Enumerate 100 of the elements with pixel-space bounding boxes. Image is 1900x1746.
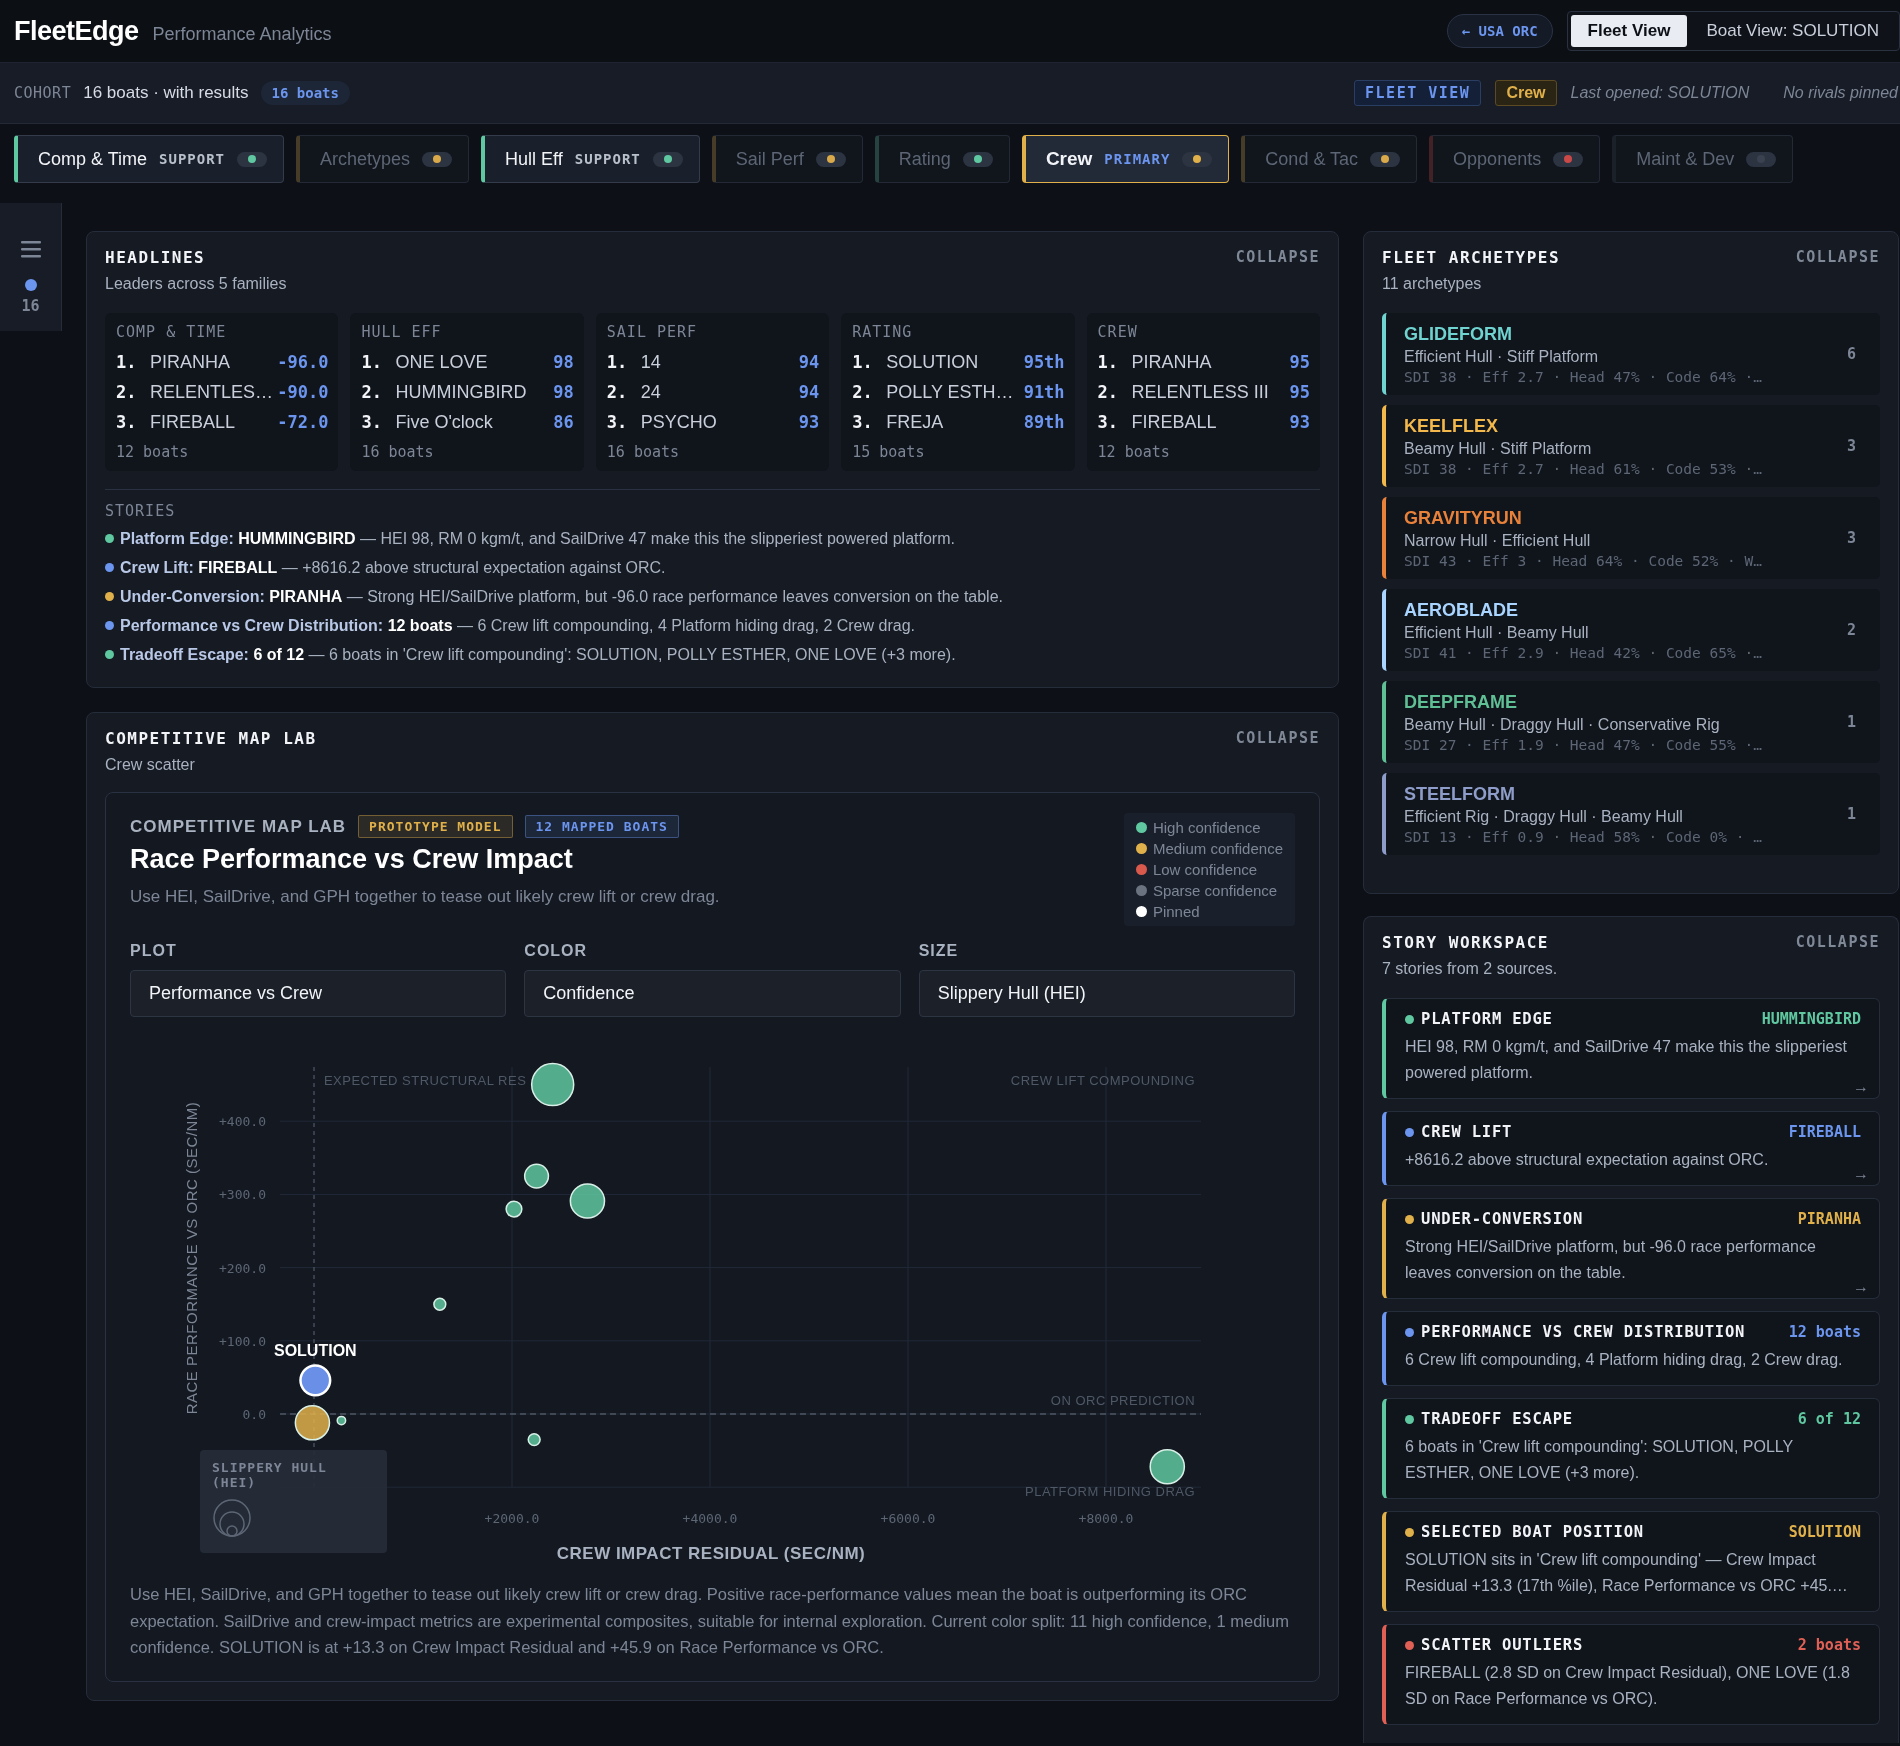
archetype-card[interactable]: DEEPFRAME Beamy Hull · Draggy Hull · Conservative Rig SDI 27 · Eff 1.9 · Head 47% · Code 55% ·… 1: [1382, 681, 1880, 763]
field-label: SIZE: [918, 942, 960, 960]
story-body: FIREBALL (2.8 SD on Crew Impact Residual), ONE LOVE (1.8 SD on Race Performance vs ORC).: [1405, 1663, 1851, 1709]
story-dot: [1405, 1214, 1414, 1224]
story-card[interactable]: SELECTED BOAT POSITION SOLUTION SOLUTION sits in 'Crew lift compounding' — Crew Impact Residual +13.3 (17th %ile), Race Performance vs ORC +45.…: [1382, 1511, 1880, 1612]
data-point[interactable]: [505, 1200, 523, 1218]
archetype-name: STEELFORM: [1404, 783, 1516, 805]
story-tag: 2 boats: [1797, 1636, 1861, 1654]
boat-count: 1: [1846, 713, 1856, 731]
collapse-button[interactable]: COLLAPSE: [1235, 248, 1320, 266]
data-point[interactable]: [523, 1163, 550, 1189]
archetype-card[interactable]: GLIDEFORM Efficient Hull · Stiff Platform SDI 38 · Eff 2.7 · Head 47% · Code 64% ·… 6: [1382, 313, 1880, 395]
axis-title: CREW IMPACT RESIDUAL (SEC/NM): [556, 1544, 866, 1563]
boat-name: PIRANHA: [1131, 351, 1213, 373]
story-title: TRADEOFF ESCAPE: [1421, 1410, 1573, 1428]
rank-number: 1.: [606, 352, 629, 372]
status-dot: [24, 279, 37, 291]
boat-count: 3: [1846, 529, 1856, 547]
leader-value: 91th: [1023, 382, 1065, 402]
axis-tick-label: +2000.0: [484, 1511, 540, 1526]
archetype-stats: SDI 43 · Eff 3 · Head 64% · Code 52% · W…: [1404, 552, 1762, 569]
archetype-traits: Efficient Hull · Stiff Platform: [1404, 347, 1600, 366]
boat-name: Five O'clock: [395, 411, 494, 433]
boat-name: RELENTLES…: [150, 381, 275, 403]
field-label: COLOR: [524, 942, 589, 960]
family-title: COMP & TIME: [116, 323, 228, 341]
concentric-circles-icon: [212, 1498, 252, 1538]
quadrant-label: EXPECTED STRUCTURAL RES: [323, 1072, 527, 1088]
boat-name: FREJA: [886, 411, 945, 433]
story-card[interactable]: TRADEOFF ESCAPE 6 of 12 6 boats in 'Crew lift compounding': SOLUTION, POLLY ESTHER, ONE LOVE (+3 more).: [1382, 1398, 1880, 1499]
leader-value: 98: [553, 382, 574, 402]
axis-tick-label: +200.0: [219, 1260, 266, 1276]
story-card[interactable]: CREW LIFT FIREBALL +8616.2 above structural expectation against ORC. →: [1382, 1111, 1880, 1186]
story-dot: [1405, 1527, 1414, 1537]
brand-subtitle: Performance Analytics: [152, 23, 332, 45]
data-point[interactable]: [1149, 1448, 1186, 1485]
story-title: CREW LIFT: [1421, 1123, 1513, 1141]
tag-badge: PROTOTYPE MODEL: [358, 815, 513, 838]
legend-title: SLIPPERY HULL (HEI): [212, 1460, 328, 1490]
data-point[interactable]: [336, 1415, 347, 1426]
view-tab[interactable]: Boat View: SOLUTION: [1689, 15, 1896, 47]
data-point[interactable]: [294, 1404, 331, 1441]
story-body: HEI 98, RM 0 kgm/t, and SailDrive 47 make this the slipperiest powered platform.: [1405, 1037, 1848, 1083]
story-body: SOLUTION sits in 'Crew lift compounding' — Crew Impact Residual +13.3 (17th %ile), Race Performance vs ORC +45.…: [1405, 1550, 1849, 1596]
data-point[interactable]: [569, 1183, 606, 1219]
family-tab[interactable]: Comp & Time SUPPORT: [14, 135, 285, 183]
select-field[interactable]: Slippery Hull (HEI): [918, 970, 1295, 1017]
data-point[interactable]: [530, 1062, 575, 1107]
story-card[interactable]: SCATTER OUTLIERS 2 boats FIREBALL (2.8 SD on Crew Impact Residual), ONE LOVE (1.8 SD on Race Performance vs ORC).: [1382, 1624, 1880, 1725]
select-field[interactable]: Confidence: [524, 970, 901, 1017]
menu-icon[interactable]: [20, 241, 41, 259]
select-field[interactable]: Performance vs Crew: [130, 970, 507, 1017]
leader-value: -90.0: [277, 382, 329, 402]
story-text: Performance vs Crew Distribution: 12 boats — 6 Crew lift compounding, 4 Platform hiding drag, 2 Crew drag.: [120, 616, 915, 635]
family-tab[interactable]: Crew PRIMARY: [1021, 135, 1230, 183]
chart-footnote: Use HEI, SailDrive, and GPH together to tease out likely crew lift or crew drag. Positive race-performance values mean the boat is outperforming its ORC expectation. SailDrive and crew-impact metrics are experimental composites, suitable for internal exploration. Current color split: 11 high confidence, 1 medium confidence. SOLUTION is at +13.3 on Crew Impact Residual and +45.9 on Race Performance vs ORC.: [130, 1584, 1290, 1658]
rank-number: 2.: [116, 382, 138, 402]
data-point[interactable]: [527, 1432, 541, 1447]
cohort-summary: 16 boats · with results: [83, 83, 249, 103]
legend-label: Low confidence: [1152, 861, 1258, 878]
leader-value: 94: [798, 382, 820, 402]
collapse-button[interactable]: COLLAPSE: [1795, 933, 1880, 951]
archetype-traits: Narrow Hull · Efficient Hull: [1404, 531, 1592, 550]
story-body: 6 Crew lift compounding, 4 Platform hiding drag, 2 Crew drag.: [1405, 1350, 1844, 1370]
archetype-stats: SDI 27 · Eff 1.9 · Head 47% · Code 55% ·…: [1404, 736, 1762, 753]
story-card[interactable]: PLATFORM EDGE HUMMINGBIRD HEI 98, RM 0 kgm/t, and SailDrive 47 make this the slipperiest powered platform. →: [1382, 998, 1880, 1099]
boat-count: 12 boats: [1097, 443, 1171, 461]
boat-name: SOLUTION: [886, 351, 980, 373]
collapse-button[interactable]: COLLAPSE: [1235, 729, 1320, 747]
boat-count: 16: [21, 297, 40, 315]
archetype-name: KEELFLEX: [1404, 415, 1499, 437]
boat-count: 16 boats: [361, 443, 435, 461]
story-card[interactable]: PERFORMANCE VS CREW DISTRIBUTION 12 boats 6 Crew lift compounding, 4 Platform hiding drag, 2 Crew drag.: [1382, 1311, 1880, 1386]
story-dot: [1405, 1014, 1414, 1024]
leader-value: 95: [1289, 352, 1310, 372]
story-tag: HUMMINGBIRD: [1761, 1010, 1861, 1028]
archetype-card[interactable]: GRAVITYRUN Narrow Hull · Efficient Hull SDI 43 · Eff 3 · Head 64% · Code 52% · W… 3: [1382, 497, 1880, 579]
back-button[interactable]: ← USA ORC: [1446, 14, 1553, 48]
panel-subtitle: Crew scatter: [105, 756, 196, 774]
archetype-card[interactable]: STEELFORM Efficient Rig · Draggy Hull · Beamy Hull SDI 13 · Eff 0.9 · Head 58% · Code 0% · … 1: [1382, 773, 1880, 855]
boat-name: 14: [640, 351, 662, 373]
leader-value: 98: [553, 352, 574, 372]
story-dot: [1405, 1640, 1414, 1650]
data-point[interactable]: [433, 1297, 447, 1311]
rivals-text: No rivals pinned: [1783, 84, 1898, 102]
archetype-card[interactable]: KEELFLEX Beamy Hull · Stiff Platform SDI 38 · Eff 2.7 · Head 61% · Code 53% ·… 3: [1382, 405, 1880, 487]
collapse-button[interactable]: COLLAPSE: [1795, 248, 1880, 266]
archetype-traits: Beamy Hull · Draggy Hull · Conservative Rig: [1404, 715, 1721, 734]
story-card[interactable]: UNDER-CONVERSION PIRANHA Strong HEI/SailDrive platform, but -96.0 race performance leaves conversion on the table. →: [1382, 1198, 1880, 1299]
family-tab[interactable]: Hull Eff SUPPORT: [481, 135, 700, 183]
axis-tick-label: +400.0: [219, 1114, 266, 1130]
leader-value: -96.0: [277, 352, 329, 372]
archetype-stats: SDI 41 · Eff 2.9 · Head 42% · Code 65% ·…: [1404, 644, 1762, 661]
section-label: STORIES: [105, 502, 177, 520]
archetype-card[interactable]: AEROBLADE Efficient Hull · Beamy Hull SDI 41 · Eff 2.9 · Head 42% · Code 65% ·… 2: [1382, 589, 1880, 671]
boat-count: 3: [1846, 437, 1856, 455]
rank-number: 3.: [361, 412, 383, 432]
axis-tick-label: +8000.0: [1078, 1511, 1134, 1526]
rank-number: 2.: [606, 382, 629, 402]
view-tab[interactable]: Fleet View: [1570, 15, 1688, 47]
